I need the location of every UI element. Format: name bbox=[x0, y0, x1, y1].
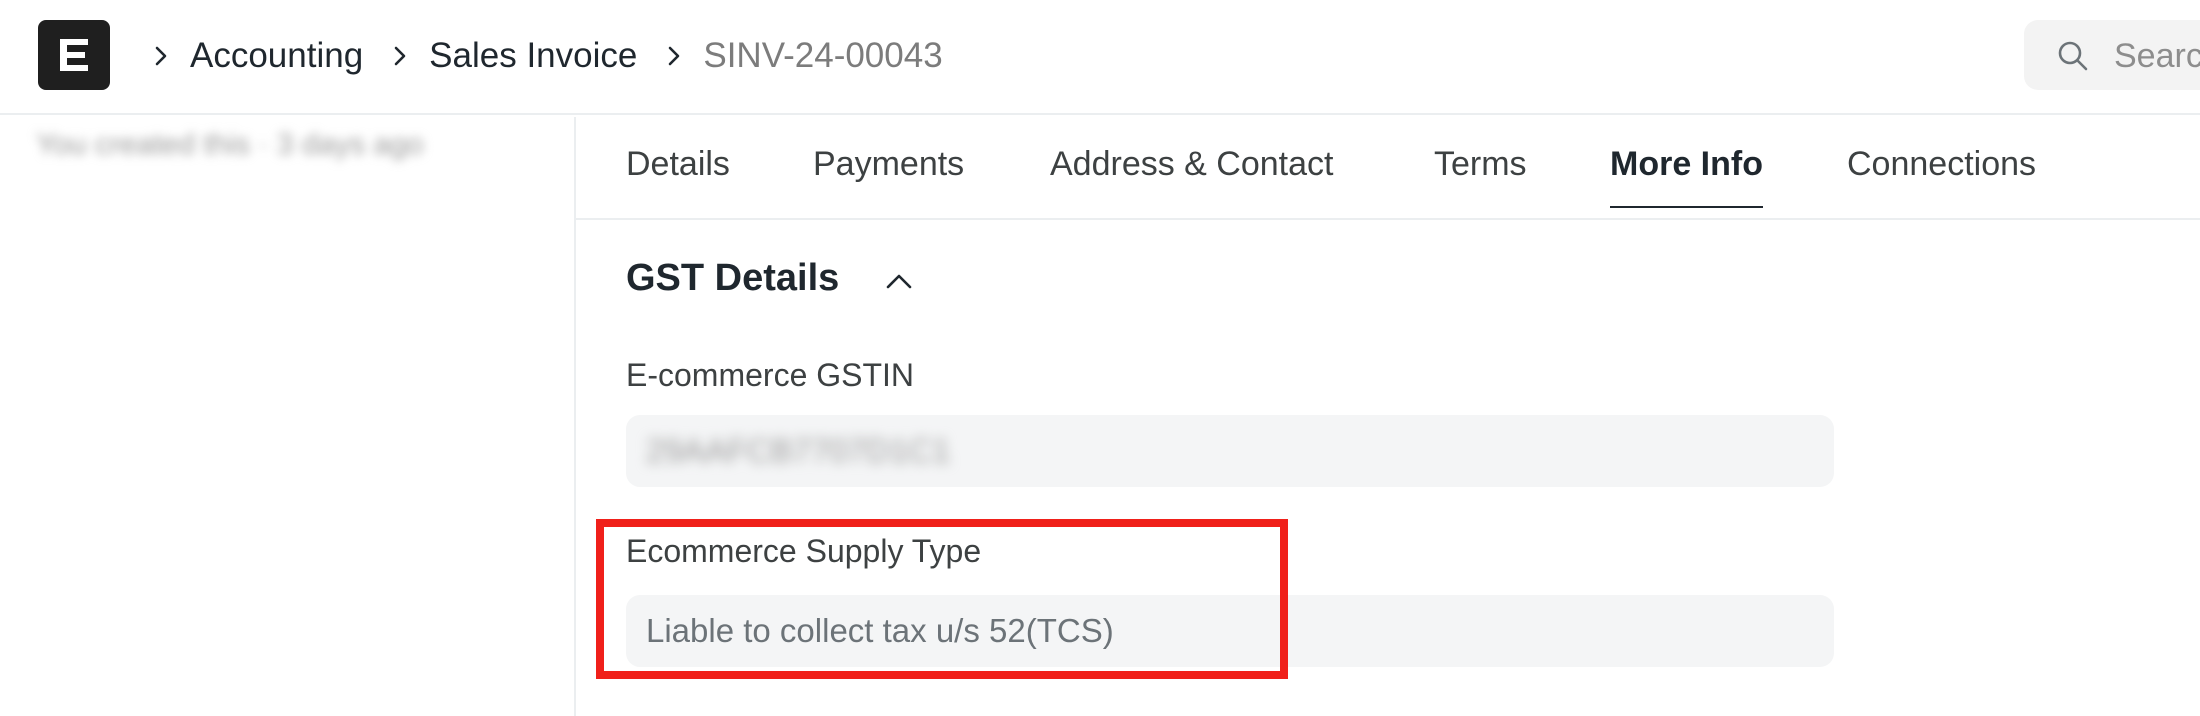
top-navbar: Accounting Sales Invoice SINV-24-00043 S… bbox=[0, 0, 2200, 115]
ecommerce-gstin-value: 29AAFCB7707D1C1 bbox=[646, 432, 951, 469]
section-title[interactable]: GST Details bbox=[626, 257, 839, 300]
breadcrumb-accounting[interactable]: Accounting bbox=[190, 36, 363, 76]
chevron-right-icon bbox=[148, 43, 174, 69]
field-label-ecommerce-gstin: E-commerce GSTIN bbox=[626, 357, 915, 393]
tab-details[interactable]: Details bbox=[626, 145, 730, 206]
tab-more-info[interactable]: More Info bbox=[1610, 145, 1763, 208]
breadcrumb: Accounting Sales Invoice SINV-24-00043 bbox=[140, 0, 943, 112]
tab-address-contact[interactable]: Address & Contact bbox=[1050, 145, 1333, 206]
activity-timeline-text: You created this · 3 days ago bbox=[36, 128, 424, 161]
tab-connections[interactable]: Connections bbox=[1847, 145, 2036, 206]
tab-payments[interactable]: Payments bbox=[813, 145, 964, 206]
highlight-annotation-box bbox=[596, 519, 1288, 679]
chevron-right-icon bbox=[661, 43, 687, 69]
breadcrumb-current-document: SINV-24-00043 bbox=[703, 36, 943, 75]
breadcrumb-sales-invoice[interactable]: Sales Invoice bbox=[429, 36, 637, 76]
search-icon bbox=[2058, 41, 2088, 71]
ecommerce-gstin-field[interactable]: 29AAFCB7707D1C1 bbox=[626, 415, 1834, 487]
app-logo[interactable] bbox=[38, 20, 110, 90]
erpnext-logo-icon bbox=[60, 39, 88, 71]
sidebar: You created this · 3 days ago bbox=[0, 117, 574, 716]
form-tabs: Details Payments Address & Contact Terms… bbox=[576, 117, 2200, 220]
search-placeholder: Search bbox=[2114, 37, 2200, 75]
chevron-right-icon bbox=[387, 43, 413, 69]
chevron-up-icon[interactable] bbox=[882, 265, 916, 299]
form-main: Details Payments Address & Contact Terms… bbox=[576, 117, 2200, 716]
search-bar[interactable]: Search bbox=[2024, 20, 2200, 90]
tab-terms[interactable]: Terms bbox=[1434, 145, 1527, 206]
